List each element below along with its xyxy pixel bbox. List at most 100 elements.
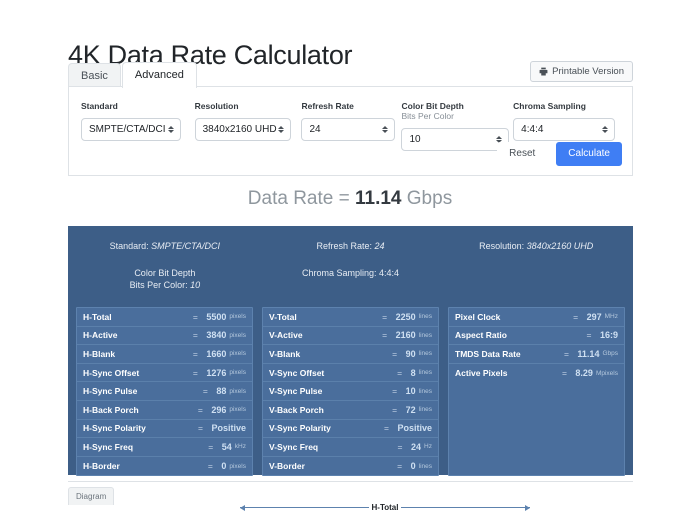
stepper-icon — [277, 126, 284, 133]
chroma-sampling-value: 4:4:4 — [521, 124, 544, 135]
refresh-rate-select[interactable]: 24 — [301, 118, 396, 141]
summary-resolution-label: Resolution: — [479, 241, 527, 251]
label-standard: Standard — [81, 101, 118, 111]
result-row: V-Sync Freq = 24 Hz — [263, 438, 438, 457]
arrow-left-icon — [240, 504, 369, 511]
tab-diagram[interactable]: Diagram — [68, 487, 115, 505]
result-value: Positive — [397, 423, 432, 434]
result-row: V-Blank = 90 lines — [263, 345, 438, 364]
result-row: H-Sync Pulse = 88 pixels — [77, 382, 252, 401]
result-key: V-Sync Pulse — [269, 386, 323, 397]
field-standard: Standard SMPTE/CTA/DCI — [81, 101, 195, 151]
settings-form-card: Standard SMPTE/CTA/DCI Resolution 3840x2… — [68, 86, 633, 176]
result-equals: = — [192, 367, 198, 378]
result-key: V-Back Porch — [269, 404, 324, 415]
result-row: V-Total = 2250 lines — [263, 308, 438, 327]
summary-bits-per-color-label: Bits Per Color: — [129, 280, 191, 290]
result-value: 10 — [405, 386, 416, 397]
result-value: 296 — [211, 404, 227, 415]
result-row: V-Sync Pulse = 10 lines — [263, 382, 438, 401]
data-rate-value: 11.14 — [355, 188, 402, 209]
diagram-htotal-label: H-Total — [371, 503, 399, 512]
resolution-value: 3840x2160 UHD — [202, 124, 277, 135]
result-row: V-Sync Polarity = Positive — [263, 420, 438, 439]
result-unit: pixels — [229, 313, 246, 321]
result-equals: = — [192, 330, 198, 341]
result-value: 8.29 — [575, 368, 593, 379]
result-unit: pixels — [229, 406, 246, 414]
label-resolution: Resolution — [194, 101, 239, 111]
result-row: V-Border = 0 lines — [263, 457, 438, 476]
result-unit: pixels — [229, 350, 246, 358]
result-key: H-Sync Pulse — [83, 386, 138, 397]
result-equals: = — [198, 423, 203, 434]
color-bit-depth-value: 10 — [409, 134, 421, 145]
result-value: Positive — [211, 423, 246, 434]
summary-refresh-rate: Refresh Rate: 24 — [258, 240, 444, 253]
summary-resolution-value: 3840x2160 UHD — [526, 241, 594, 251]
result-equals: = — [397, 461, 403, 472]
result-key: V-Sync Freq — [269, 441, 319, 452]
result-key: H-Sync Polarity — [83, 423, 146, 434]
result-value: 2160 — [395, 330, 416, 341]
summary-refresh-rate-label: Refresh Rate: — [316, 241, 375, 251]
standard-select[interactable]: SMPTE/CTA/DCI — [81, 118, 181, 141]
result-equals: = — [202, 386, 208, 397]
calculate-button[interactable]: Calculate — [556, 142, 622, 166]
panel-summary-top: Standard: SMPTE/CTA/DCI Refresh Rate: 24… — [72, 236, 629, 253]
data-rate-unit: Gbps — [401, 188, 453, 209]
result-value: 72 — [405, 404, 416, 415]
result-row: Pixel Clock = 297 MHz — [449, 308, 624, 327]
color-bit-depth-select[interactable]: 10 — [401, 128, 510, 151]
summary-color-bit-depth: Color Bit Depth Bits Per Color: 10 — [72, 267, 258, 291]
result-unit: lines — [418, 462, 432, 470]
result-unit: Gbps — [602, 350, 618, 358]
field-resolution: Resolution 3840x2160 UHD — [194, 101, 302, 151]
stepper-icon — [168, 126, 174, 133]
summary-chroma-sampling-value: 4:4:4 — [379, 268, 400, 278]
result-value: 1276 — [206, 367, 227, 378]
result-value: 54 — [221, 441, 232, 452]
result-equals: = — [384, 423, 389, 434]
result-row: H-Sync Freq = 54 kHz — [77, 438, 252, 457]
result-unit: MHz — [604, 313, 618, 321]
result-key: H-Sync Freq — [83, 441, 134, 452]
standard-value: SMPTE/CTA/DCI — [89, 124, 166, 135]
summary-resolution: Resolution: 3840x2160 UHD — [443, 240, 629, 253]
result-equals: = — [397, 441, 403, 452]
result-equals: = — [382, 330, 388, 341]
result-key: H-Sync Offset — [83, 367, 140, 378]
result-key: H-Total — [83, 311, 112, 322]
result-equals: = — [382, 311, 388, 322]
result-value: 88 — [216, 386, 227, 397]
result-value: 24 — [411, 441, 422, 452]
printable-version-button[interactable]: Printable Version — [530, 61, 633, 82]
form-actions: Reset Calculate — [497, 142, 622, 166]
summary-standard-value: SMPTE/CTA/DCI — [151, 241, 221, 251]
tab-advanced[interactable]: Advanced — [121, 62, 197, 88]
result-row: H-Sync Offset = 1276 pixels — [77, 364, 252, 383]
chroma-sampling-select[interactable]: 4:4:4 — [513, 118, 616, 141]
result-equals: = — [392, 348, 398, 359]
result-value: 1660 — [206, 348, 227, 359]
result-unit: pixels — [229, 387, 246, 395]
result-unit: lines — [418, 350, 432, 358]
result-unit: lines — [418, 406, 432, 414]
result-key: V-Sync Offset — [269, 367, 325, 378]
result-key: TMDS Data Rate — [455, 348, 521, 359]
field-refresh-rate: Refresh Rate 24 — [301, 101, 401, 151]
column-horizontal: H-Total = 5500 pixels H-Active = 3840 pixels H-B… — [76, 307, 253, 477]
result-row: V-Back Porch = 72 lines — [263, 401, 438, 420]
result-row: TMDS Data Rate = 11.14 Gbps — [449, 345, 624, 364]
result-row: H-Active = 3840 pixels — [77, 327, 252, 346]
result-row: Aspect Ratio = 16:9 — [449, 327, 624, 346]
result-unit: Mpixels — [595, 369, 618, 377]
resolution-select[interactable]: 3840x2160 UHD — [194, 118, 291, 141]
result-row: H-Back Porch = 296 pixels — [77, 401, 252, 420]
result-unit: pixels — [229, 331, 246, 339]
reset-button[interactable]: Reset — [497, 142, 548, 166]
tab-basic[interactable]: Basic — [68, 63, 121, 88]
result-equals: = — [207, 461, 213, 472]
result-row: H-Total = 5500 pixels — [77, 308, 252, 327]
result-value: 0 — [221, 461, 227, 472]
